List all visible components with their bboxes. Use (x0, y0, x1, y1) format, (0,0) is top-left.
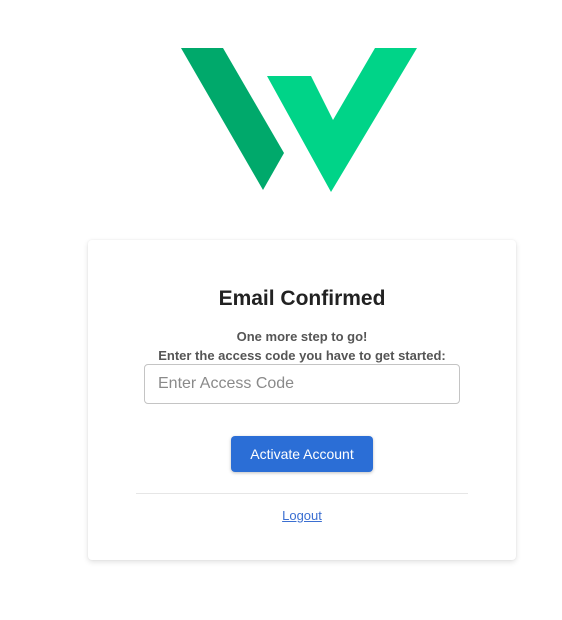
logo-light-stroke (267, 48, 417, 192)
confirmation-page: Email Confirmed One more step to go! Ent… (0, 0, 562, 620)
logo-dark-stroke (181, 48, 284, 190)
confirmation-card: Email Confirmed One more step to go! Ent… (88, 240, 516, 560)
activate-account-button[interactable]: Activate Account (231, 436, 373, 472)
instructions-line-2: Enter the access code you have to get st… (158, 348, 446, 363)
instructions-line-1: One more step to go! (236, 329, 368, 344)
divider (136, 493, 468, 494)
page-title: Email Confirmed (218, 287, 386, 310)
w-logo-icon (181, 48, 417, 192)
instructions: One more step to go! Enter the access co… (88, 327, 516, 365)
logout-link[interactable]: Logout (88, 508, 516, 523)
access-code-input[interactable] (144, 364, 460, 404)
